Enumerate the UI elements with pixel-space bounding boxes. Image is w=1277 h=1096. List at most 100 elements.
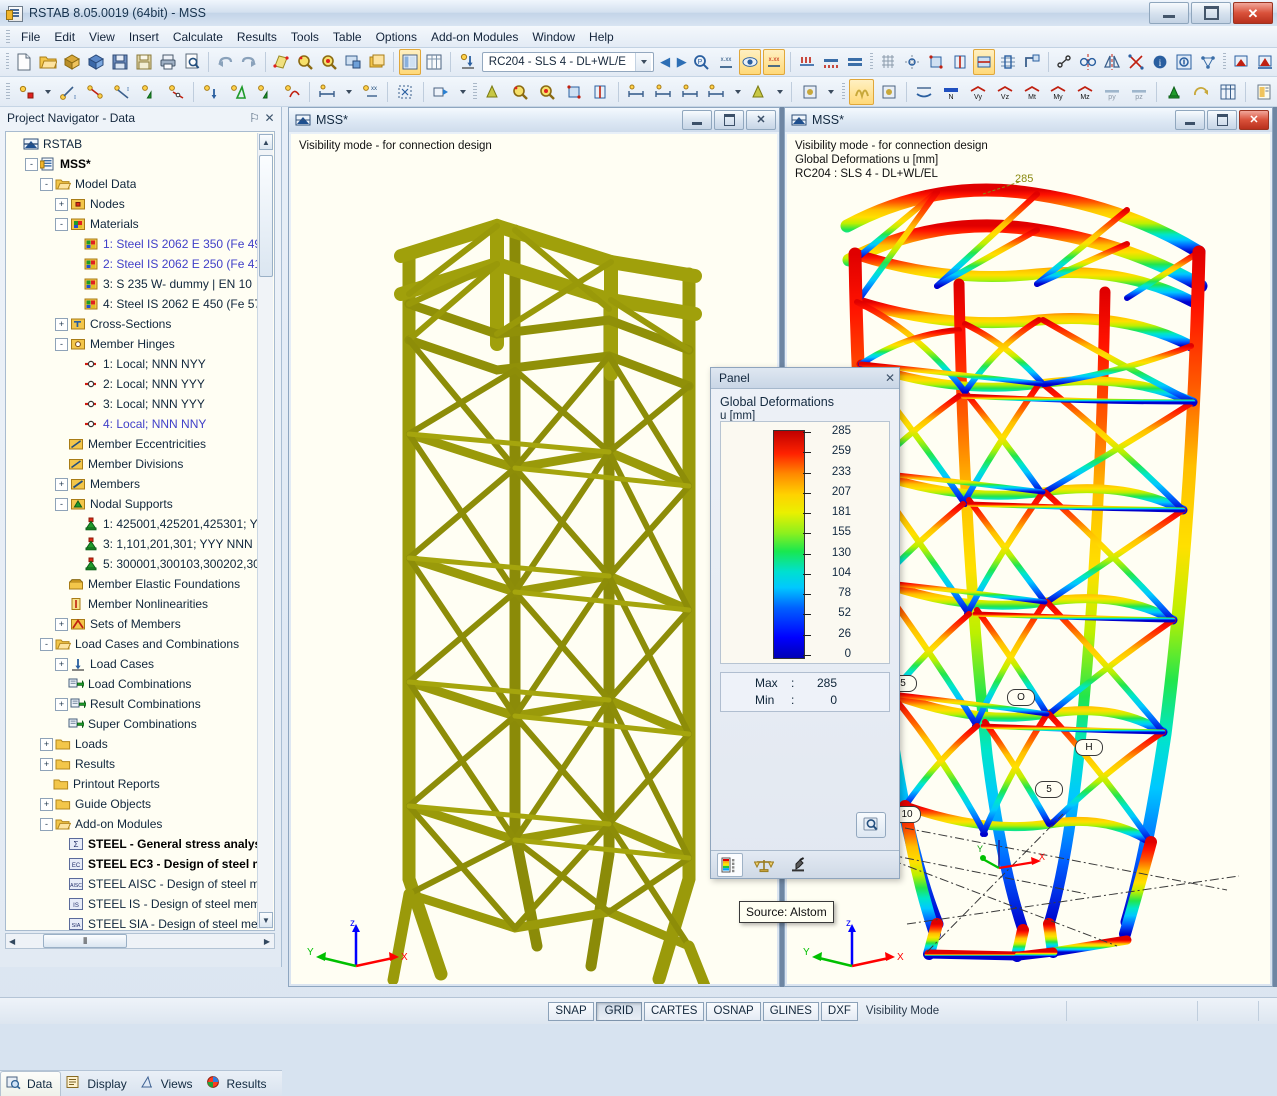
dimension-button[interactable] [315,79,340,105]
zoom-previous-button[interactable] [534,79,559,105]
expand-icon[interactable]: + [55,197,68,211]
expand-icon[interactable]: + [55,617,68,631]
navigator-close-icon[interactable]: ✕ [262,111,277,126]
menu-file[interactable]: File [14,27,47,47]
show-result-values-button[interactable]: x.xx [762,49,785,75]
object-snap-button[interactable] [901,49,923,75]
panel-close-icon[interactable]: ✕ [885,371,895,385]
new-node-dropdown[interactable] [41,79,54,105]
object-select-1-button[interactable] [925,49,947,75]
expand-icon[interactable]: + [55,317,68,331]
node-connect-button[interactable] [1053,49,1075,75]
new-set-of-members-button[interactable] [226,79,251,105]
tree-item-4[interactable]: - Materials [6,214,258,234]
tree-item-20[interactable]: 3: 1,101,201,301; YYY NNN [6,534,258,554]
dimension-dropdown[interactable] [342,79,355,105]
zoom-button[interactable] [294,49,316,75]
print-preview-button[interactable] [181,49,203,75]
deformation-mode-button[interactable] [849,78,875,105]
display-mode-button[interactable] [797,79,822,105]
network-button[interactable] [1197,49,1219,75]
result-table-button[interactable] [1216,79,1241,105]
show-results-button[interactable] [738,49,761,75]
section-cut-button[interactable] [393,79,418,105]
tree-item-0[interactable]: RSTAB [6,134,258,154]
undo-button[interactable] [214,49,236,75]
expand-icon[interactable]: + [55,657,68,671]
calculate-button[interactable]: P [691,49,713,75]
deflection-button[interactable] [912,79,937,105]
print-button[interactable] [157,49,179,75]
menu-edit[interactable]: Edit [47,27,82,47]
mirror-button[interactable] [1077,49,1099,75]
navigator-tab-display[interactable]: Display [61,1072,134,1096]
select-objects-button[interactable] [271,49,293,75]
menu-calculate[interactable]: Calculate [166,27,230,47]
toolbar-drag-grip[interactable] [472,82,477,101]
tree-item-29[interactable]: Super Combinations [6,714,258,734]
status-button-glines[interactable]: GLINES [762,1001,819,1021]
tree-item-2[interactable]: - Model Data [6,174,258,194]
new-file-button[interactable] [13,49,35,75]
view-x-button[interactable] [624,79,649,105]
navigator-vertical-scrollbar[interactable]: ▲ ▼ [257,133,273,929]
load-display-button[interactable] [796,49,818,75]
tree-item-13[interactable]: 3: Local; NNN YYY [6,394,258,414]
shear-force-Vz-button[interactable]: Vz [992,79,1017,105]
menu-drag-grip[interactable] [6,29,10,44]
tree-item-17[interactable]: + Members [6,474,258,494]
moment-Mz-button[interactable]: Mz [1073,79,1098,105]
new-node-button[interactable] [14,79,39,105]
load-case-icon-button[interactable] [456,49,478,75]
scroll-up-icon[interactable]: ▲ [259,134,273,150]
dimension-text-button[interactable]: xx [357,79,382,105]
display-dropdown[interactable] [824,79,837,105]
prev-load-case-button[interactable]: ◀ [657,51,674,73]
view-y-button[interactable] [650,79,675,105]
collapse-icon[interactable]: - [40,177,53,191]
tree-item-37[interactable]: AISC STEEL AISC - Design of steel m [6,874,258,894]
mirror-axis-button[interactable] [1101,49,1123,75]
show-table-button[interactable] [423,49,445,75]
menu-tools[interactable]: Tools [284,27,326,47]
tree-item-18[interactable]: - Nodal Supports [6,494,258,514]
viewport-left-close-button[interactable]: ✕ [746,110,776,130]
tree-item-26[interactable]: + Load Cases [6,654,258,674]
expand-icon[interactable]: + [40,737,53,751]
viewport-left-canvas[interactable]: Visibility mode - for connection design [291,134,777,984]
tree-item-25[interactable]: - Load Cases and Combinations [6,634,258,654]
tree-item-7[interactable]: 3: S 235 W- dummy | EN 10 [6,274,258,294]
zoom-window-button[interactable] [508,79,533,105]
collapse-icon[interactable]: - [55,497,68,511]
menu-table[interactable]: Table [326,27,369,47]
tree-item-8[interactable]: 4: Steel IS 2062 E 450 (Fe 57 [6,294,258,314]
menu-help[interactable]: Help [582,27,621,47]
collapse-icon[interactable]: - [55,217,68,231]
tree-item-10[interactable]: - Member Hinges [6,334,258,354]
save-all-button[interactable] [133,49,155,75]
new-nodal-load-button[interactable] [199,79,224,105]
panel-tab-scale-factor[interactable] [751,853,777,877]
status-button-cartes[interactable]: CARTES [644,1001,705,1021]
view-axo-button[interactable] [588,79,613,105]
visibility-dropdown[interactable] [456,79,469,105]
contact-pz-button[interactable]: pz [1126,79,1151,105]
tree-item-35[interactable]: Σ STEEL - General stress analys [6,834,258,854]
window-restore-button[interactable] [1191,2,1231,24]
contact-py-button[interactable]: py [1100,79,1125,105]
tree-item-36[interactable]: EC STEEL EC3 - Design of steel m [6,854,258,874]
shear-force-Vy-button[interactable]: Vy [966,79,991,105]
panel-tab-color-scale[interactable] [717,852,743,877]
new-nonlinearity-button[interactable] [279,79,304,105]
open-3d-model-button[interactable] [61,49,83,75]
view-dropdown[interactable] [731,79,744,105]
navigator-tab-data[interactable]: Data [0,1071,62,1096]
navigator-tab-results[interactable]: Results [201,1072,275,1096]
tree-item-30[interactable]: + Loads [6,734,258,754]
result-view-2-button[interactable] [1254,49,1276,75]
tree-item-1[interactable]: - MSS* [6,154,258,174]
scale-button[interactable] [1125,49,1147,75]
render-button[interactable] [481,79,506,105]
navigator-scroll-thumb[interactable] [259,155,273,277]
tree-item-19[interactable]: 1: 425001,425201,425301; Y [6,514,258,534]
